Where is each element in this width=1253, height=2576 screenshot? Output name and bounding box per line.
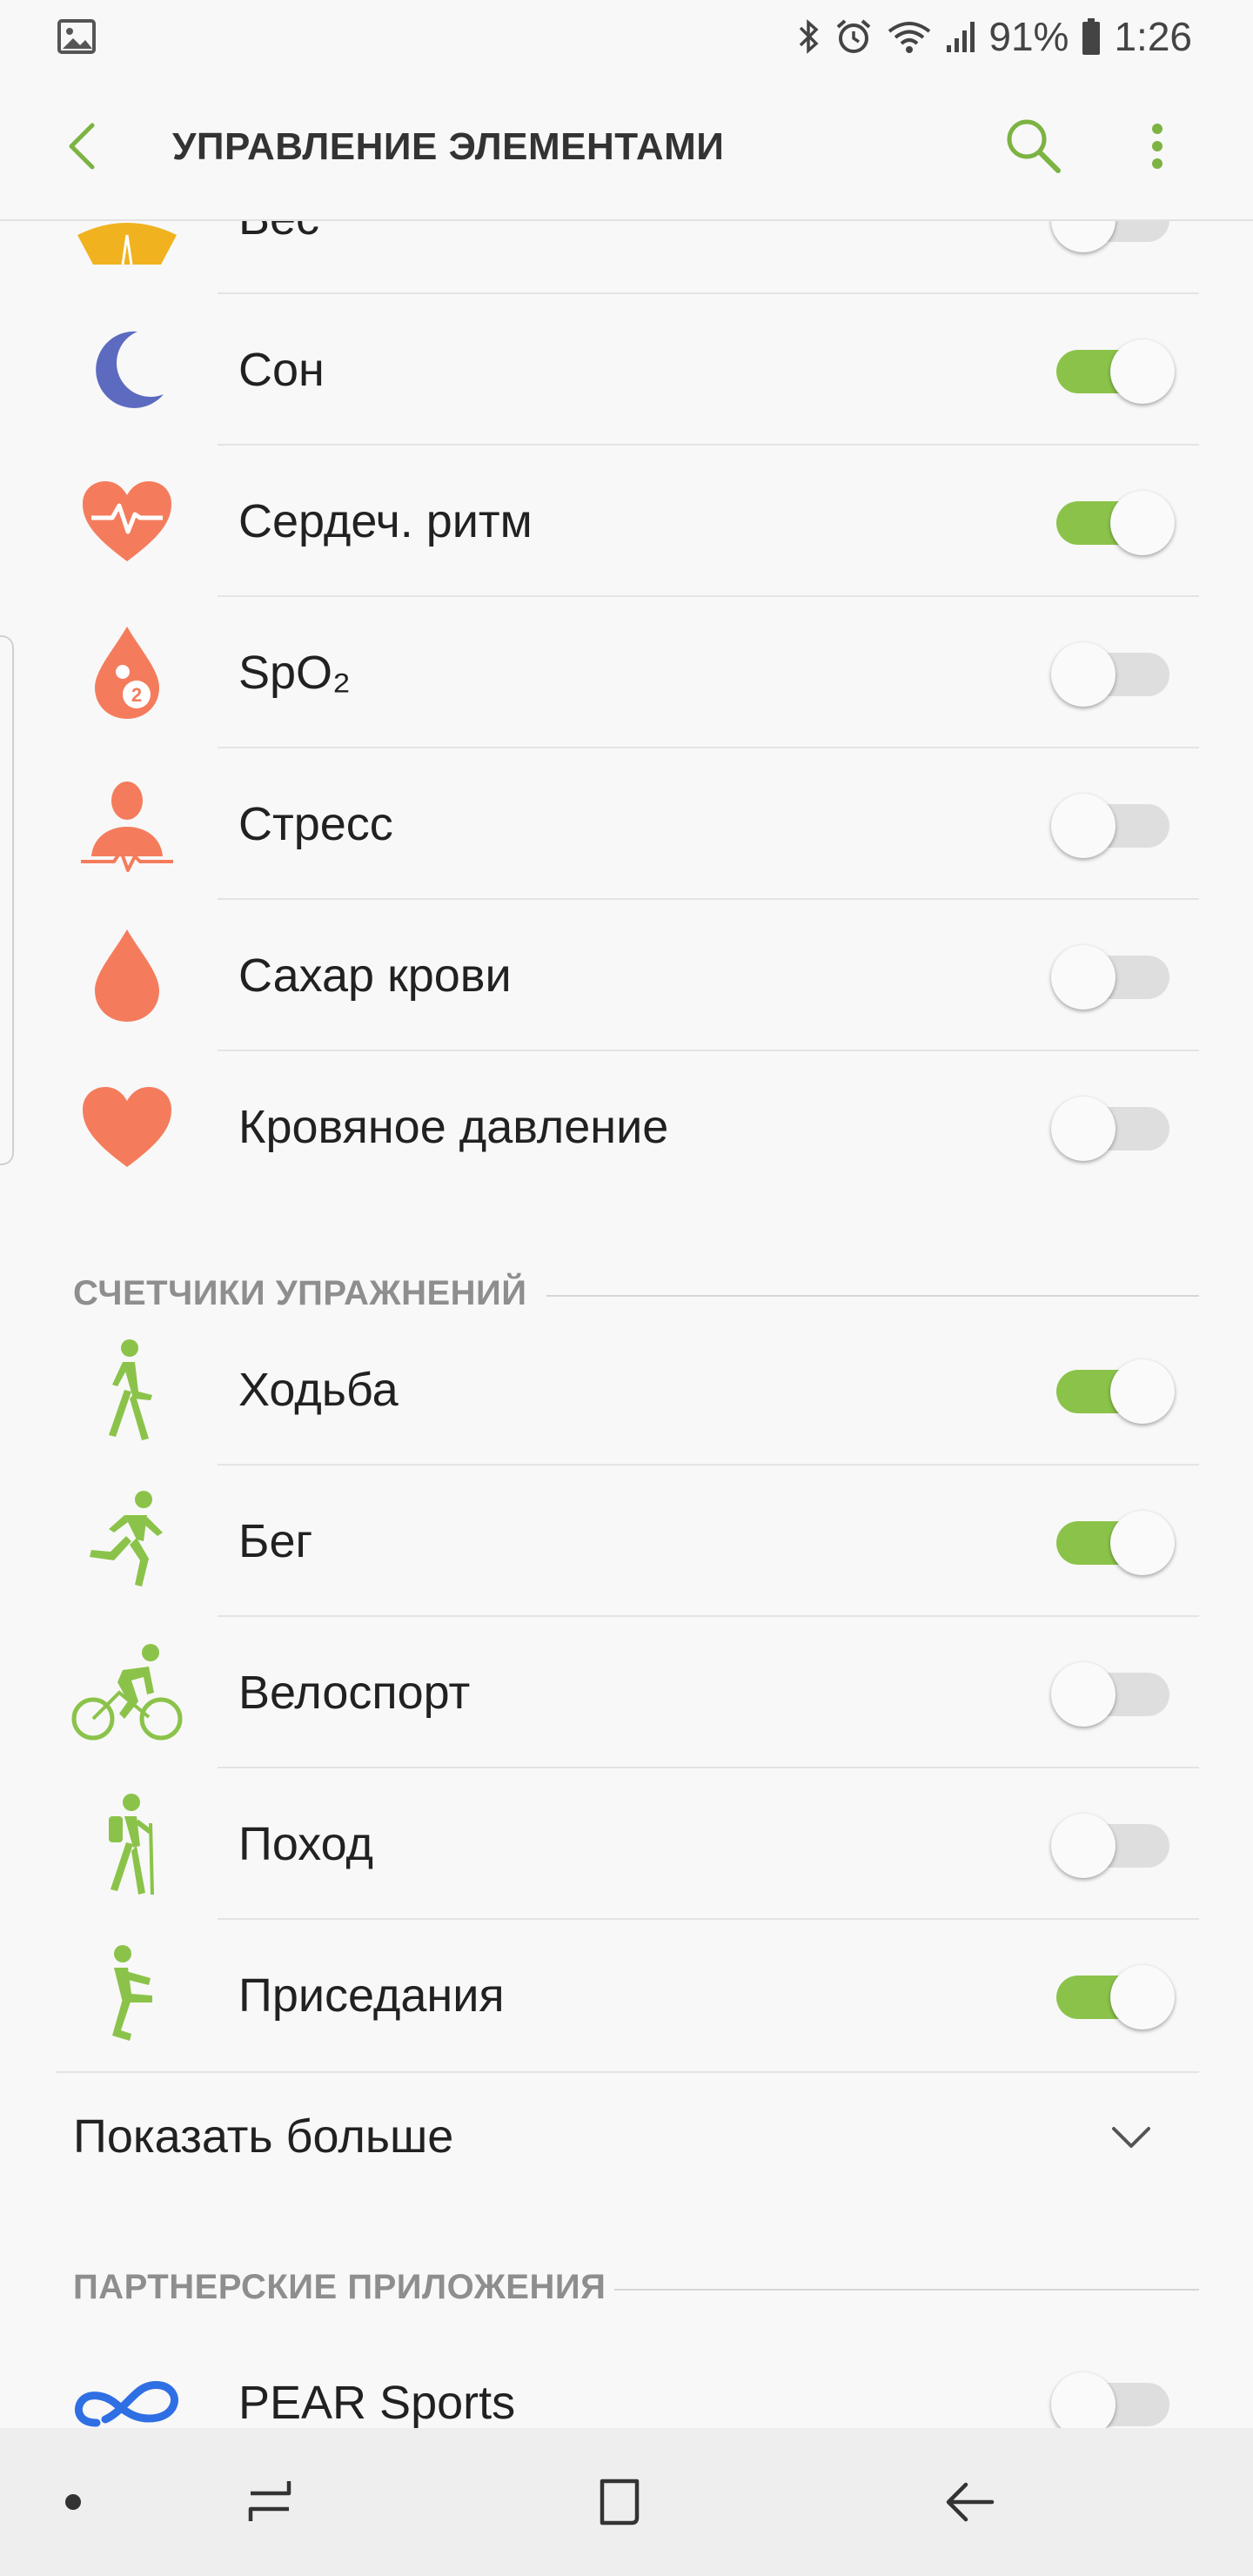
gallery-icon bbox=[57, 19, 96, 58]
more-vertical-icon[interactable] bbox=[1131, 111, 1183, 181]
show-more-label: Показать больше bbox=[73, 2110, 454, 2163]
stress-icon bbox=[68, 775, 186, 874]
list-item-cycling[interactable]: Велоспорт bbox=[0, 1617, 1253, 1768]
weight-icon bbox=[68, 221, 186, 268]
toggle-heart-rate[interactable] bbox=[1056, 491, 1175, 555]
section-divider bbox=[614, 2289, 1199, 2291]
list-item-blood-glucose[interactable]: Сахар крови bbox=[0, 900, 1253, 1051]
toggle-pear-sports[interactable] bbox=[1051, 2372, 1169, 2428]
recents-icon[interactable] bbox=[235, 2467, 305, 2537]
list-item-blood-pressure[interactable]: Кровяное давление bbox=[0, 1051, 1253, 1203]
list-item-pear-sports[interactable]: PEAR Sports bbox=[0, 2327, 1253, 2428]
squats-icon bbox=[68, 1945, 186, 2045]
list-item-walking[interactable]: Ходьба bbox=[0, 1314, 1253, 1466]
list-item-label: Стресс bbox=[238, 798, 393, 850]
home-icon[interactable] bbox=[585, 2467, 654, 2537]
pear-sports-icon bbox=[68, 2353, 186, 2428]
toggle-weight[interactable] bbox=[1051, 221, 1169, 252]
show-more-button[interactable]: Показать больше bbox=[0, 2071, 1253, 2202]
app-bar: УПРАВЛЕНИЕ ЭЛЕМЕНТАМИ bbox=[0, 73, 1253, 221]
heart-icon bbox=[68, 1077, 186, 1177]
list-item-sleep[interactable]: Сон bbox=[0, 294, 1253, 446]
chevron-down-icon bbox=[1105, 2111, 1157, 2163]
list-item-label: SpO₂ bbox=[238, 647, 352, 699]
blood-oxygen-icon: 2 bbox=[68, 623, 186, 722]
toggle-blood-pressure[interactable] bbox=[1051, 1097, 1169, 1161]
dot-icon[interactable] bbox=[38, 2467, 108, 2537]
bluetooth-icon bbox=[795, 17, 821, 56]
section-title: СЧЕТЧИКИ УПРАЖНЕНИЙ bbox=[73, 1274, 527, 1312]
list-item-label: Сердеч. ритм bbox=[238, 495, 533, 547]
toggle-blood-glucose[interactable] bbox=[1051, 945, 1169, 1010]
list-item-stress[interactable]: Стресс bbox=[0, 748, 1253, 900]
clock: 1:26 bbox=[1114, 14, 1192, 59]
list-item-label: Кровяное давление bbox=[238, 1101, 669, 1153]
status-bar: 91% 1:26 bbox=[0, 0, 1253, 73]
list-item-heart-rate[interactable]: Сердеч. ритм bbox=[0, 446, 1253, 597]
list-item-label: PEAR Sports bbox=[238, 2377, 516, 2428]
list-item-label: Сахар крови bbox=[238, 949, 512, 1002]
toggle-sleep[interactable] bbox=[1056, 339, 1175, 404]
toggle-stress[interactable] bbox=[1051, 794, 1169, 858]
list-item-label: Приседания bbox=[238, 1969, 505, 2022]
list-item-running[interactable]: Бег bbox=[0, 1466, 1253, 1617]
list-item-weight[interactable]: Вес bbox=[0, 221, 1253, 294]
running-icon bbox=[68, 1491, 186, 1591]
section-divider bbox=[546, 1295, 1199, 1297]
battery-percent: 91% bbox=[988, 14, 1069, 59]
back-arrow-icon[interactable] bbox=[52, 113, 118, 179]
toggle-walking[interactable] bbox=[1056, 1359, 1175, 1424]
moon-icon bbox=[68, 320, 186, 419]
back-icon[interactable] bbox=[936, 2467, 1006, 2537]
section-title: ПАРТНЕРСКИЕ ПРИЛОЖЕНИЯ bbox=[73, 2268, 606, 2306]
list-item-label: Вес bbox=[238, 221, 319, 294]
list-item-label: Поход bbox=[238, 1818, 373, 1870]
list-item-spo2[interactable]: 2 SpO₂ bbox=[0, 597, 1253, 748]
list-item-label: Велоспорт bbox=[238, 1667, 471, 1719]
blood-drop-icon bbox=[68, 926, 186, 1025]
search-icon[interactable] bbox=[999, 111, 1069, 181]
list-item-label: Бег bbox=[238, 1515, 313, 1567]
signal-icon bbox=[945, 19, 976, 54]
item-list: Вес Сон Сердеч. ритм 2 SpO₂ Стресс bbox=[0, 221, 1253, 2428]
wifi-icon bbox=[886, 17, 933, 56]
section-header-partners: ПАРТНЕРСКИЕ ПРИЛОЖЕНИЯ bbox=[0, 2252, 1253, 2322]
battery-icon bbox=[1081, 17, 1102, 56]
list-item-squats[interactable]: Приседания bbox=[0, 1920, 1253, 2071]
walking-icon bbox=[68, 1339, 186, 1440]
navigation-bar bbox=[0, 2428, 1253, 2576]
svg-text:2: 2 bbox=[131, 684, 142, 706]
alarm-icon bbox=[834, 17, 874, 57]
toggle-running[interactable] bbox=[1056, 1511, 1175, 1575]
list-item-label: Сон bbox=[238, 344, 325, 396]
toggle-squats[interactable] bbox=[1056, 1965, 1175, 2029]
toggle-cycling[interactable] bbox=[1051, 1662, 1169, 1727]
hiking-icon bbox=[68, 1794, 186, 1895]
heart-rate-icon bbox=[68, 472, 186, 571]
cycling-icon bbox=[68, 1643, 186, 1742]
list-item-hiking[interactable]: Поход bbox=[0, 1768, 1253, 1920]
toggle-spo2[interactable] bbox=[1051, 642, 1169, 707]
page-title: УПРАВЛЕНИЕ ЭЛЕМЕНТАМИ bbox=[172, 125, 725, 168]
toggle-hiking[interactable] bbox=[1051, 1814, 1169, 1878]
list-item-label: Ходьба bbox=[238, 1364, 399, 1416]
